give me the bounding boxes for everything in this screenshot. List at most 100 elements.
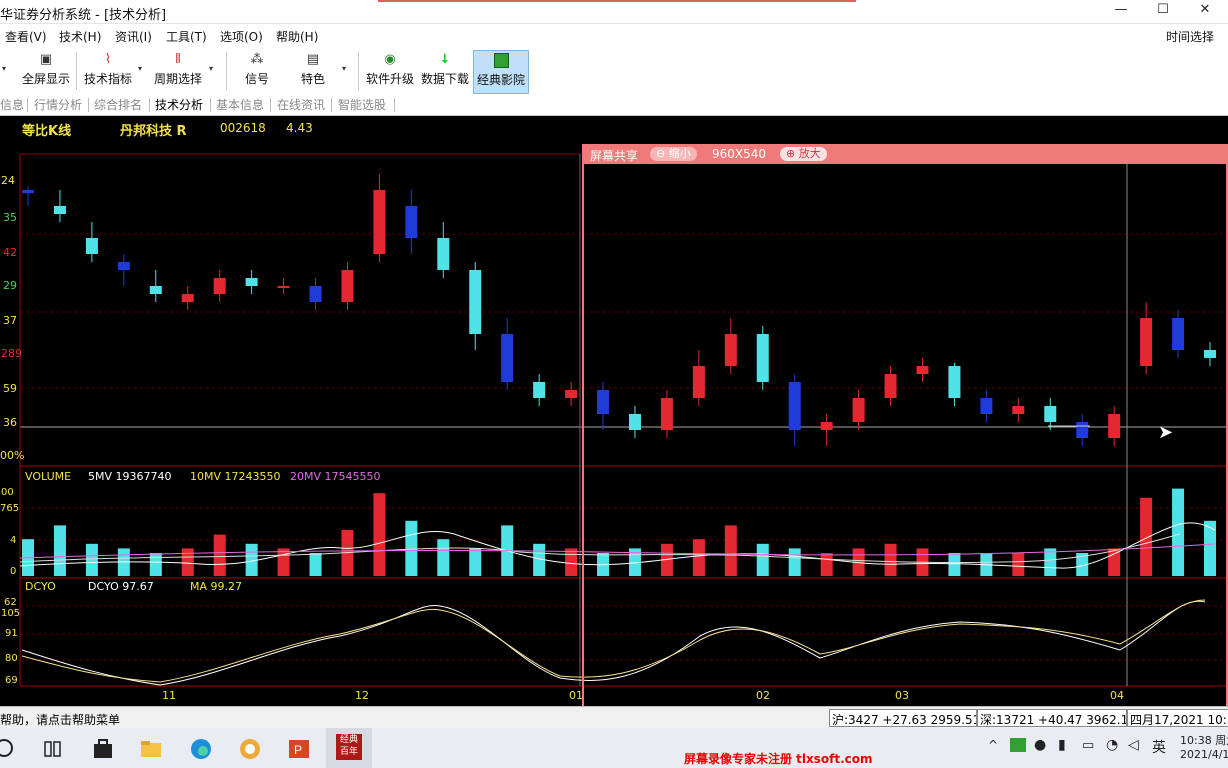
volume-bar xyxy=(181,548,194,576)
tab-divider xyxy=(88,98,89,112)
candle-body xyxy=(213,278,226,294)
menu-tools[interactable]: 工具(T) xyxy=(166,28,207,45)
share-indicator-line xyxy=(378,0,856,2)
indicator-icon: ⌇ xyxy=(104,52,112,67)
x-axis-label: 01 xyxy=(569,689,583,702)
price-axis-label: 42 xyxy=(3,246,17,259)
volume-bar xyxy=(565,548,578,576)
menu-info[interactable]: 资讯(I) xyxy=(115,28,152,45)
tab-basic[interactable]: 基本信息 xyxy=(216,96,264,113)
chevron-down-icon[interactable]: ▾ xyxy=(209,64,213,73)
tab-divider xyxy=(331,98,332,112)
tab-divider xyxy=(27,98,28,112)
status-sh-index: 沪:3427 +27.63 2959.51亿 xyxy=(832,713,977,727)
tab-smart[interactable]: 智能选股 xyxy=(338,96,386,113)
chevron-down-icon[interactable]: ▾ xyxy=(342,64,346,73)
tab-news[interactable]: 在线资讯 xyxy=(277,96,325,113)
enlarge-button[interactable]: ⊕ 放大 xyxy=(780,147,827,161)
tray-app-icon[interactable] xyxy=(1010,738,1026,752)
shrink-label: 缩小 xyxy=(668,147,691,160)
volume-bar xyxy=(277,548,290,576)
signal-button[interactable]: ⁂ 信号 xyxy=(240,50,274,92)
browser-icon[interactable] xyxy=(237,736,263,762)
menu-help[interactable]: 帮助(H) xyxy=(276,28,318,45)
volume-axis-label: 00 xyxy=(1,487,14,498)
close-button[interactable]: ✕ xyxy=(1184,0,1226,23)
download-icon: ↓ xyxy=(439,52,451,67)
candle-body xyxy=(437,238,450,270)
price-axis-label: 36 xyxy=(3,416,17,429)
store-icon[interactable] xyxy=(90,736,116,762)
dcyo-value: DCYO 97.67 xyxy=(88,580,154,593)
tab-divider xyxy=(149,98,150,112)
wifi-icon[interactable]: ◔ xyxy=(1106,737,1118,753)
candle-body xyxy=(533,382,546,398)
toolbar-separator xyxy=(358,52,359,90)
qq-icon[interactable]: ● xyxy=(1034,737,1046,753)
candle-body xyxy=(341,270,354,302)
toolbar-separator xyxy=(76,52,77,90)
chevron-down-icon[interactable]: ▾ xyxy=(2,64,6,73)
menu-options[interactable]: 选项(O) xyxy=(220,28,263,45)
dcyo-axis-label: 80 xyxy=(5,653,18,664)
file-explorer-icon[interactable] xyxy=(138,736,164,762)
stock-name: 丹邦科技 R xyxy=(120,124,187,139)
dcyo-axis-label: 105 xyxy=(1,608,21,619)
shrink-button[interactable]: ⊖ 缩小 xyxy=(650,147,697,161)
feature-button[interactable]: ▤ 特色 xyxy=(296,50,330,92)
chevron-down-icon[interactable]: ▾ xyxy=(138,64,142,73)
ime-indicator[interactable]: 英 xyxy=(1152,737,1166,757)
menu-tech[interactable]: 技术(H) xyxy=(59,28,101,45)
candle-body xyxy=(149,286,162,294)
tab-info[interactable]: 信息 xyxy=(0,96,24,113)
screen-share-bar[interactable]: 屏幕共享 ⊖ 缩小 960X540 ⊕ 放大 xyxy=(582,144,1228,164)
battery-icon[interactable]: ▭ xyxy=(1082,738,1094,753)
volume-ma5: 5MV 19367740 xyxy=(88,470,172,483)
volume-label: VOLUME xyxy=(25,470,72,483)
minimize-button[interactable]: — xyxy=(1100,0,1142,23)
volume-icon[interactable]: ◁ xyxy=(1128,737,1139,753)
clock-date[interactable]: 2021/4/17 xyxy=(1180,748,1228,761)
clock-time[interactable]: 10:38 周六 xyxy=(1180,732,1228,748)
tab-market[interactable]: 行情分析 xyxy=(34,96,82,113)
securities-app-icon[interactable]: 经典 百年 xyxy=(336,734,362,760)
cinema-icon xyxy=(493,53,509,68)
tab-ranking[interactable]: 综合排名 xyxy=(94,96,142,113)
tab-technical[interactable]: 技术分析 xyxy=(155,96,203,113)
candle-body xyxy=(309,286,322,302)
edge-icon[interactable] xyxy=(188,736,214,762)
microphone-icon[interactable]: ▮ xyxy=(1058,737,1066,753)
status-date: 四月17,2021 10:38 xyxy=(1130,713,1228,727)
upgrade-icon: ◉ xyxy=(384,52,396,67)
price-axis-label: 24 xyxy=(1,174,15,187)
fullscreen-button[interactable]: ▣ 全屏显示 xyxy=(20,50,72,92)
chevron-up-icon[interactable]: ^ xyxy=(988,738,998,752)
powerpoint-icon[interactable]: P xyxy=(286,736,312,762)
dcyo-label: DCYO xyxy=(25,580,56,593)
x-axis-label: 12 xyxy=(355,689,369,702)
dcyo-ma: MA 99.27 xyxy=(190,580,243,593)
tab-divider xyxy=(394,98,395,112)
status-sz-box: 深:13721 +40.47 3962.14 xyxy=(977,709,1127,727)
menu-view[interactable]: 查看(V) xyxy=(5,28,47,45)
task-view-icon[interactable] xyxy=(40,736,66,762)
indicator-button[interactable]: ⌇ 技术指标 xyxy=(82,50,134,92)
time-select[interactable]: 时间选择 xyxy=(1166,28,1214,45)
period-button[interactable]: ⫴ 周期选择 xyxy=(152,50,204,92)
cinema-button[interactable]: 经典影院 xyxy=(473,50,529,94)
indicator-label: 技术指标 xyxy=(83,72,132,86)
stock-price: 4.43 xyxy=(286,121,313,135)
candle-body xyxy=(277,286,290,288)
download-button[interactable]: ↓ 数据下载 xyxy=(419,50,471,92)
enlarge-label: 放大 xyxy=(798,147,821,160)
candle-body xyxy=(565,390,578,398)
upgrade-button[interactable]: ◉ 软件升级 xyxy=(364,50,416,92)
search-icon[interactable] xyxy=(0,736,18,762)
maximize-button[interactable]: ☐ xyxy=(1142,0,1184,23)
menu-bar: 查看(V) 技术(H) 资讯(I) 工具(T) 选项(O) 帮助(H) 时间选择 xyxy=(0,24,1228,46)
download-label: 数据下载 xyxy=(420,72,469,86)
candle-body xyxy=(405,206,418,238)
volume-axis-label: 4 xyxy=(10,535,17,546)
period-label: 周期选择 xyxy=(153,72,202,86)
fullscreen-icon: ▣ xyxy=(39,52,53,67)
